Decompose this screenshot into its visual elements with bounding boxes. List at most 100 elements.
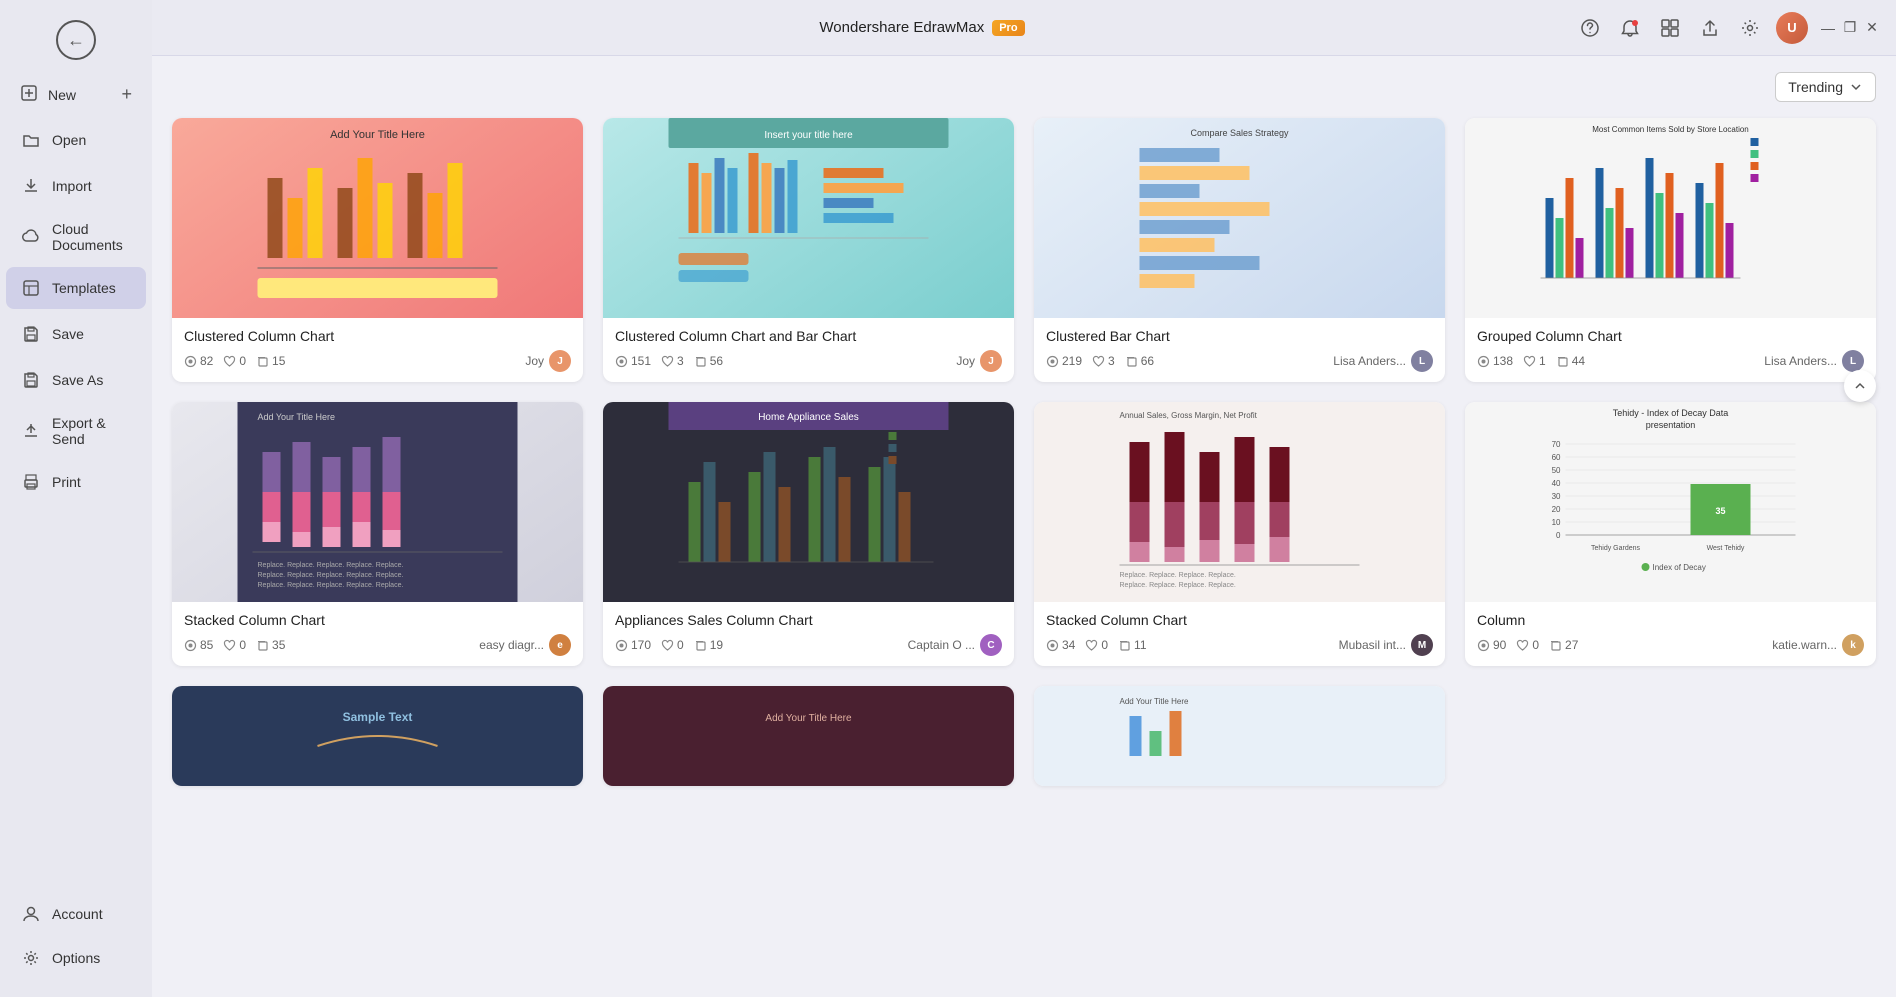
bell-icon[interactable]	[1616, 14, 1644, 42]
template-card[interactable]: Add Your Title Here	[172, 402, 583, 666]
likes-count: 0	[661, 638, 684, 652]
author-avatar: J	[980, 350, 1002, 372]
sidebar-item-templates[interactable]: Templates	[6, 267, 146, 309]
sidebar-saveas-label: Save As	[52, 372, 103, 388]
templates-grid: Add Your Title Here	[172, 118, 1876, 666]
template-author: easy diagr... e	[479, 634, 571, 656]
template-card[interactable]: Most Common Items Sold by Store Location	[1465, 118, 1876, 382]
close-button[interactable]: ✕	[1864, 20, 1880, 36]
back-icon: ←	[56, 20, 96, 60]
template-card[interactable]: Annual Sales, Gross Margin, Net Profit	[1034, 402, 1445, 666]
template-title: Clustered Bar Chart	[1046, 328, 1433, 344]
views-count: 219	[1046, 354, 1082, 368]
template-author: Captain O ... C	[908, 634, 1002, 656]
svg-text:Replace. Replace. Replace. Rep: Replace. Replace. Replace. Replace.	[1120, 572, 1236, 579]
sidebar-item-export[interactable]: Export & Send	[6, 405, 146, 457]
sidebar-item-open[interactable]: Open	[6, 119, 146, 161]
svg-text:Most Common Items Sold by Stor: Most Common Items Sold by Store Location	[1592, 125, 1749, 134]
options-icon	[20, 947, 42, 969]
svg-text:Add Your Title Here: Add Your Title Here	[1120, 697, 1189, 706]
template-card[interactable]: Sample Text	[172, 686, 583, 786]
scroll-up-button[interactable]	[1844, 370, 1876, 402]
template-thumbnail: Add Your Title Here	[603, 686, 1014, 786]
svg-text:Compare Sales Strategy: Compare Sales Strategy	[1190, 128, 1289, 138]
template-card[interactable]: Home Appliance Sales	[603, 402, 1014, 666]
copies-count: 15	[256, 354, 285, 368]
trending-label: Trending	[1788, 79, 1843, 95]
template-card[interactable]: Compare Sales Strategy Clustered Bar Cha…	[1034, 118, 1445, 382]
template-title: Grouped Column Chart	[1477, 328, 1864, 344]
author-avatar: k	[1842, 634, 1864, 656]
sidebar-item-saveas[interactable]: Save As	[6, 359, 146, 401]
minimize-button[interactable]: —	[1820, 20, 1836, 36]
sidebar-print-label: Print	[52, 474, 81, 490]
author-avatar: C	[980, 634, 1002, 656]
views-count: 85	[184, 638, 213, 652]
pro-badge: Pro	[992, 20, 1024, 36]
template-meta: 85 0 35 easy diagr... e	[184, 634, 571, 656]
template-author: Lisa Anders... L	[1333, 350, 1433, 372]
views-count: 90	[1477, 638, 1506, 652]
template-author: Joy J	[956, 350, 1002, 372]
bottom-templates-grid: Sample Text Add Your Title Here	[172, 686, 1876, 786]
views-count: 170	[615, 638, 651, 652]
share-icon[interactable]	[1696, 14, 1724, 42]
settings-icon[interactable]	[1736, 14, 1764, 42]
template-card[interactable]: Tehidy - Index of Decay Data presentatio…	[1465, 402, 1876, 666]
template-author: Mubasil int... M	[1339, 634, 1433, 656]
sidebar-item-new[interactable]: New +	[6, 74, 146, 115]
svg-text:Tehidy - Index of Decay Data: Tehidy - Index of Decay Data	[1613, 408, 1729, 418]
sidebar-export-label: Export & Send	[52, 415, 132, 447]
template-info: Grouped Column Chart 138 1 44	[1465, 318, 1876, 382]
sidebar-item-save[interactable]: Save	[6, 313, 146, 355]
views-count: 82	[184, 354, 213, 368]
template-author: Joy J	[525, 350, 571, 372]
template-title: Column	[1477, 612, 1864, 628]
svg-text:Add Your Title Here: Add Your Title Here	[765, 713, 852, 724]
template-info: Stacked Column Chart 34 0 11	[1034, 602, 1445, 666]
template-card[interactable]: Add Your Title Here	[172, 118, 583, 382]
back-button[interactable]: ←	[0, 8, 152, 72]
window-controls: — ❐ ✕	[1820, 20, 1880, 36]
content-header: Trending	[172, 72, 1876, 102]
svg-text:Sample Text: Sample Text	[343, 710, 413, 724]
template-thumbnail: Most Common Items Sold by Store Location	[1465, 118, 1876, 318]
sidebar-item-import[interactable]: Import	[6, 165, 146, 207]
template-card[interactable]: Add Your Title Here	[603, 686, 1014, 786]
template-meta: 90 0 27 katie.warn... k	[1477, 634, 1864, 656]
sidebar-item-print[interactable]: Print	[6, 461, 146, 503]
likes-count: 3	[1092, 354, 1115, 368]
help-icon[interactable]	[1576, 14, 1604, 42]
template-thumbnail: Add Your Title Here	[1034, 686, 1445, 786]
sidebar-item-cloud[interactable]: Cloud Documents	[6, 211, 146, 263]
svg-text:Replace. Replace. Replace. Rep: Replace. Replace. Replace. Replace. Repl…	[258, 582, 404, 589]
apps-icon[interactable]	[1656, 14, 1684, 42]
sidebar-save-label: Save	[52, 326, 84, 342]
copies-count: 11	[1118, 638, 1146, 652]
svg-text:50: 50	[1552, 466, 1561, 475]
save-icon	[20, 323, 42, 345]
template-meta: 138 1 44 Lisa Anders... L	[1477, 350, 1864, 372]
template-author: katie.warn... k	[1772, 634, 1864, 656]
template-title: Stacked Column Chart	[1046, 612, 1433, 628]
template-card[interactable]: Add Your Title Here	[1034, 686, 1445, 786]
copies-count: 27	[1549, 638, 1578, 652]
svg-text:10: 10	[1552, 518, 1561, 527]
new-icon	[20, 84, 38, 105]
template-card[interactable]: Insert your title here	[603, 118, 1014, 382]
print-icon	[20, 471, 42, 493]
maximize-button[interactable]: ❐	[1842, 20, 1858, 36]
template-info: Appliances Sales Column Chart 170 0 1	[603, 602, 1014, 666]
views-count: 138	[1477, 354, 1513, 368]
template-thumbnail: Add Your Title Here	[172, 402, 583, 602]
sidebar-item-options[interactable]: Options	[6, 937, 146, 979]
template-thumbnail: Compare Sales Strategy	[1034, 118, 1445, 318]
svg-text:Add Your Title Here: Add Your Title Here	[258, 412, 336, 422]
copies-count: 35	[256, 638, 285, 652]
trending-dropdown[interactable]: Trending	[1775, 72, 1876, 102]
sidebar-item-account[interactable]: Account	[6, 893, 146, 935]
svg-text:30: 30	[1552, 492, 1561, 501]
copies-count: 44	[1556, 354, 1585, 368]
user-avatar[interactable]: U	[1776, 12, 1808, 44]
svg-text:Annual Sales, Gross Margin, Ne: Annual Sales, Gross Margin, Net Profit	[1120, 411, 1258, 420]
